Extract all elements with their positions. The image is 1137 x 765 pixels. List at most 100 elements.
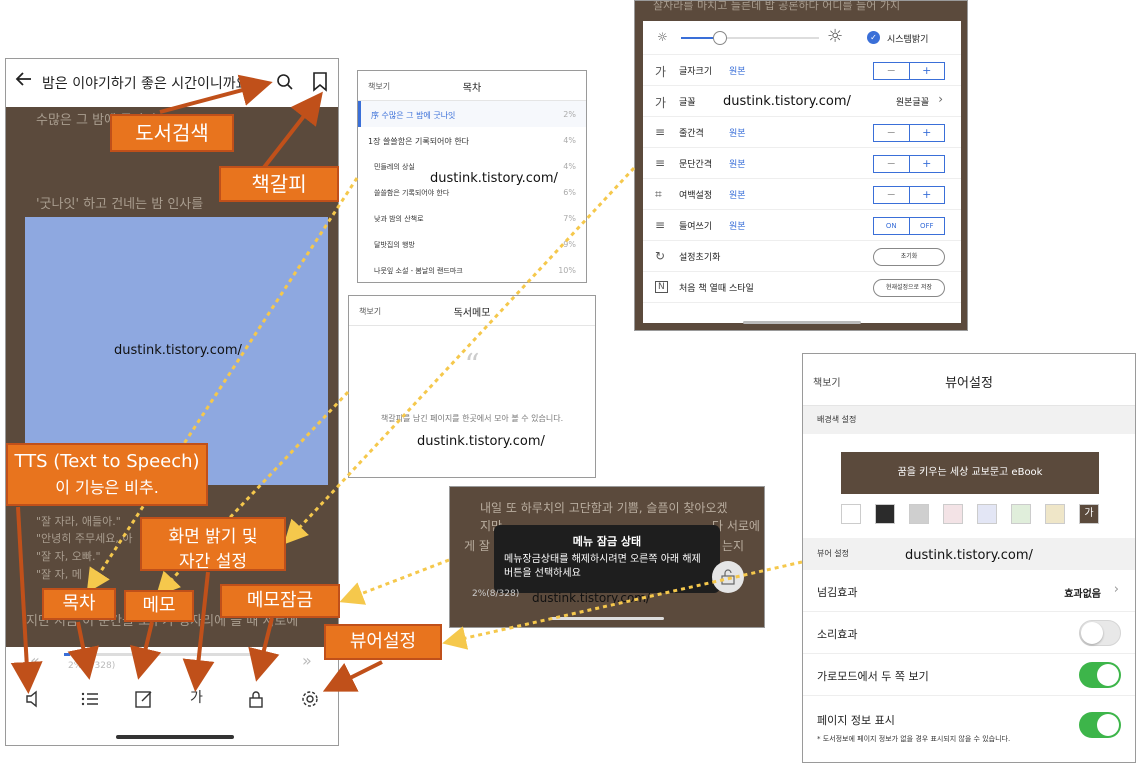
setting-label: 설정초기화 <box>679 253 721 263</box>
first-open-style-row: N 처음 책 열때 스타일 현재설정으로 저장 <box>643 272 961 303</box>
plus-button[interactable]: + <box>910 187 945 203</box>
next-chapter-icon[interactable]: » <box>302 651 312 670</box>
toc-item-percent: 10% <box>558 266 576 275</box>
toast-body: 메뉴장금상태를 해제하시려면 오른쪽 아래 해제 버튼을 선택하세요 <box>504 554 701 579</box>
minus-button[interactable]: − <box>874 187 910 203</box>
note-bookmark: 책갈피 <box>219 166 339 202</box>
line-spacing-row: ≡ 줄간격 원본 − + <box>643 117 961 148</box>
font-size-stepper[interactable]: − + <box>873 62 945 80</box>
toc-item-label: 낮과 밤의 산책로 <box>374 215 424 223</box>
page-info-toggle[interactable] <box>1079 712 1121 738</box>
minus-button[interactable]: − <box>874 156 910 172</box>
page-progress-bar[interactable]: « 2%(8/328) » <box>6 647 338 679</box>
home-indicator <box>116 735 234 739</box>
bookmark-icon[interactable] <box>312 72 328 96</box>
watermark: dustink.tistory.com/ <box>905 548 1033 563</box>
toc-item[interactable]: 序 수많은 그 밤에 굿나잇 2% <box>358 101 586 127</box>
sound-effect-row: 소리효과 <box>803 612 1135 654</box>
watermark: dustink.tistory.com/ <box>417 434 545 449</box>
note-tts: TTS (Text to Speech) 이 기능은 비추. <box>6 443 208 506</box>
toc-item[interactable]: 낮과 밤의 산책로 7% <box>358 205 586 231</box>
memo-edit-icon[interactable] <box>134 689 154 713</box>
plus-button[interactable]: + <box>910 125 945 141</box>
toc-item-percent: 6% <box>563 188 576 197</box>
brightness-sheet: ☼ ☼ ✓ 시스템밝기 가 글자크기 원본 − + 가 글꼴 원본글꼴 › ≡ 줄… <box>643 21 961 324</box>
brightness-slider-thumb[interactable] <box>713 31 727 45</box>
minus-button[interactable]: − <box>874 125 910 141</box>
bg-color-section-title: 배경색 설정 <box>803 406 1135 434</box>
reader-text-line: 는지 <box>722 539 745 553</box>
bg-swatch[interactable] <box>977 504 997 524</box>
plus-button[interactable]: + <box>910 156 945 172</box>
setting-value: 원본 <box>729 222 746 232</box>
watermark: dustink.tistory.com/ <box>430 171 558 186</box>
page-info: 2%(8/328) <box>472 589 520 599</box>
prev-chapter-icon[interactable]: « <box>30 651 40 670</box>
save-current-settings-button[interactable]: 현재설정으로 저장 <box>873 279 945 297</box>
reset-button[interactable]: 초기화 <box>873 248 945 266</box>
toc-item-percent: 4% <box>563 162 576 171</box>
bg-swatch[interactable] <box>943 504 963 524</box>
search-icon[interactable] <box>276 73 294 95</box>
toc-item-percent: 7% <box>563 214 576 223</box>
sound-effect-toggle[interactable] <box>1079 620 1121 646</box>
sound-effect-label: 소리효과 <box>817 628 858 641</box>
toc-item-label: 민들레의 상실 <box>374 163 415 171</box>
viewer-header: 책보기 뷰어설정 <box>803 354 1135 406</box>
brightness-slider-row: ☼ ☼ ✓ 시스템밝기 <box>643 21 961 55</box>
paragraph-spacing-stepper[interactable]: − + <box>873 155 945 173</box>
toc-item-label: 序 수많은 그 밤에 굿나잇 <box>371 111 456 120</box>
margin-stepper[interactable]: − + <box>873 186 945 204</box>
toc-item[interactable]: 나뭇잎 소설 - 봄날의 랜드마크 10% <box>358 257 586 282</box>
plus-button[interactable]: + <box>910 63 945 79</box>
toast-title: 메뉴 잠금 상태 <box>572 535 642 548</box>
bg-swatch[interactable] <box>1011 504 1031 524</box>
page-effect-row[interactable]: 넘김효과 효과없음 › <box>803 570 1135 612</box>
page-info-note: * 도서정보에 페이지 정보가 없을 경우 표시되지 않을 수 있습니다. <box>817 735 1011 743</box>
line-spacing-stepper[interactable]: − + <box>873 124 945 142</box>
toc-item[interactable]: 달밧집의 행방 9% <box>358 231 586 257</box>
page-info-label: 페이지 정보 표시 <box>817 714 895 727</box>
margin-row: ⌗ 여백설정 원본 − + <box>643 179 961 210</box>
unlock-button[interactable] <box>712 561 744 593</box>
memo-panel: 책보기 독서메모 “ 책갈피를 남긴 페이지를 한곳에서 모아 볼 수 있습니다… <box>348 295 596 478</box>
connector-lock <box>339 558 450 605</box>
toc-item-label: 나뭇잎 소설 - 봄날의 랜드마크 <box>374 267 463 275</box>
reset-row: ↻ 설정초기화 초기화 <box>643 241 961 272</box>
main-reader-screen: 밤은 이야기하기 좋은 시간이니까요 수많은 그 밤에 굿나잇 '굿나잇' 하고… <box>5 58 339 746</box>
landscape-two-page-label: 가로모드에서 두 쪽 보기 <box>817 670 929 683</box>
landscape-two-page-toggle[interactable] <box>1079 662 1121 688</box>
toc-list-icon[interactable] <box>80 689 100 713</box>
font-size-icon[interactable]: 가 <box>190 687 203 707</box>
page-info: 2%(8/328) <box>68 661 116 671</box>
progress-track[interactable] <box>64 653 254 656</box>
indent-toggle[interactable]: ON OFF <box>873 217 945 235</box>
toc-item[interactable]: 1장 쓸쓸함은 기록되어야 한다 4% <box>358 127 586 153</box>
bg-swatch[interactable] <box>1045 504 1065 524</box>
note-viewer: 뷰어설정 <box>324 624 442 660</box>
brightness-settings-panel: 잘자라를 마치고 들른데 밥 공론하다 어디를 들어 가지 ☼ ☼ ✓ 시스템밝… <box>634 0 968 331</box>
toc-item-percent: 9% <box>563 240 576 249</box>
setting-label: 처음 책 열때 스타일 <box>679 284 754 294</box>
minus-button[interactable]: − <box>874 63 910 79</box>
gear-icon[interactable] <box>300 689 320 713</box>
bg-swatch[interactable] <box>841 504 861 524</box>
page-effect-value: 효과없음 <box>1064 589 1101 600</box>
toc-item-percent: 4% <box>563 136 576 145</box>
landscape-two-page-row: 가로모드에서 두 쪽 보기 <box>803 654 1135 696</box>
note-tts-sub: 이 기능은 비추. <box>55 478 159 497</box>
back-arrow-icon[interactable] <box>14 69 34 94</box>
lock-icon[interactable] <box>246 689 266 713</box>
setting-value: 원본글꼴 <box>895 98 929 108</box>
font-icon: 가 <box>655 96 667 110</box>
indent-off-button[interactable]: OFF <box>910 218 945 234</box>
bg-swatch[interactable] <box>909 504 929 524</box>
system-brightness-checkbox[interactable]: ✓ <box>867 31 880 44</box>
paragraph-spacing-icon: ≡ <box>655 156 666 170</box>
tts-speaker-icon[interactable] <box>24 689 44 713</box>
chevron-right-icon: › <box>1113 582 1119 597</box>
indent-on-button[interactable]: ON <box>874 218 910 234</box>
bg-swatch[interactable]: 가 <box>1079 504 1099 524</box>
chevron-right-icon: › <box>938 92 943 106</box>
bg-swatch[interactable] <box>875 504 895 524</box>
